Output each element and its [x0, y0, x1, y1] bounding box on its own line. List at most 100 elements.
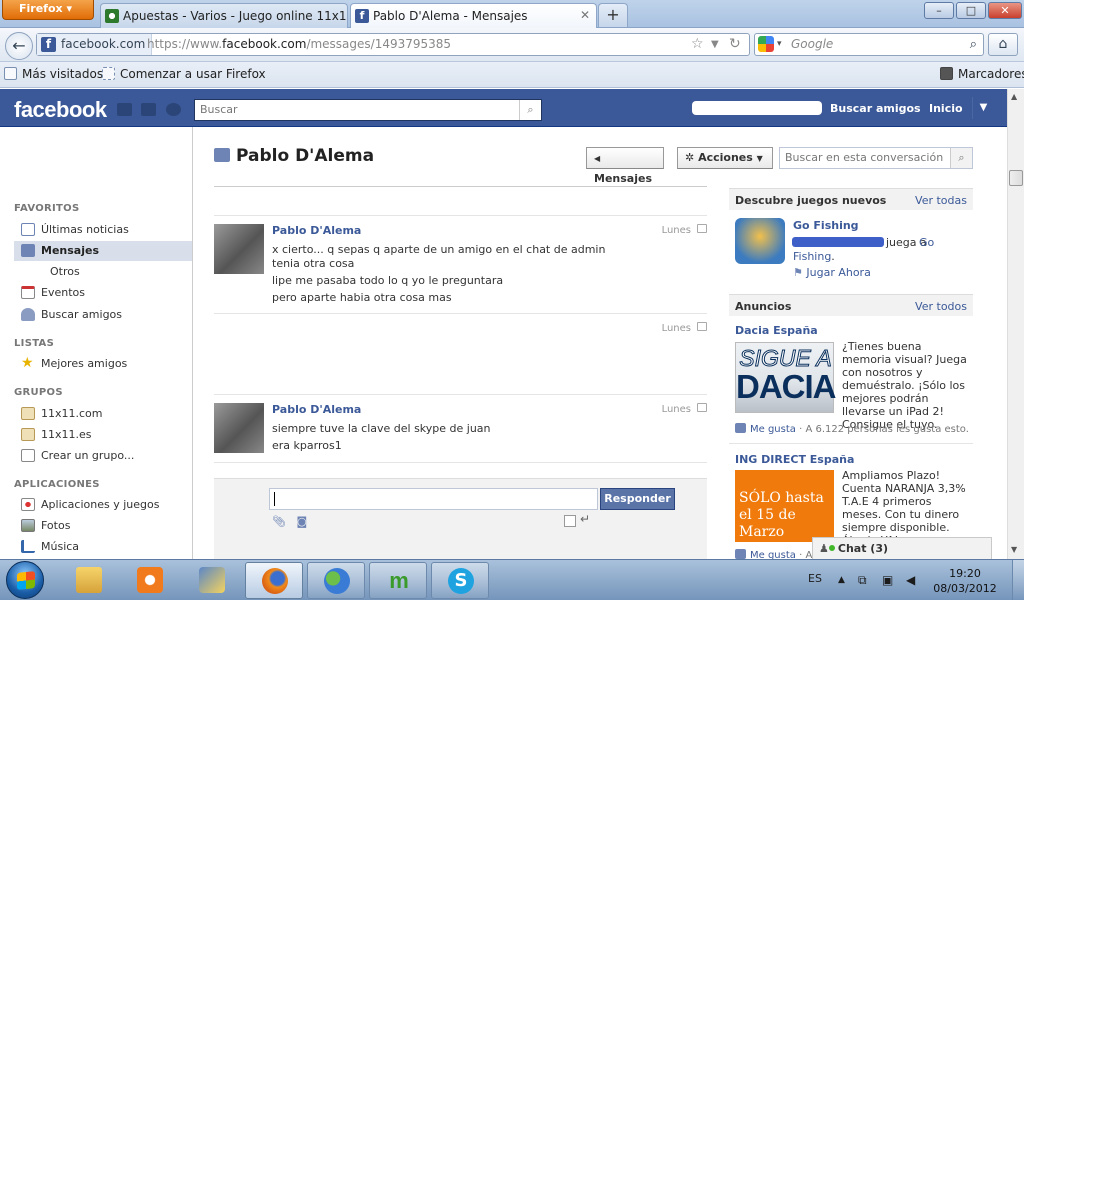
reply-bubble-icon[interactable] — [697, 322, 707, 331]
search-icon[interactable]: ⌕ — [950, 148, 972, 168]
actions-button[interactable]: ✲ Acciones ▼ — [677, 147, 773, 169]
bookmark-star-icon[interactable]: ☆ — [691, 34, 704, 55]
play-now-link[interactable]: ⚑ Jugar Ahora — [793, 266, 871, 279]
back-button[interactable]: ← — [5, 32, 33, 60]
sidebar-item-create-group[interactable]: Crear un grupo... — [14, 446, 192, 466]
ads-see-all-link[interactable]: Ver todos — [915, 300, 967, 313]
reply-bubble-icon[interactable] — [697, 403, 707, 412]
play-icon: ⚑ — [793, 266, 803, 279]
network-icon[interactable]: ▣ — [882, 574, 894, 587]
sidebar-item-label: Fotos — [41, 519, 71, 532]
usb-device-icon[interactable]: ⧉ — [858, 574, 870, 587]
message-author[interactable]: Pablo D'Alema — [272, 403, 361, 416]
language-indicator[interactable]: ES — [808, 572, 822, 585]
sidebar-item-find-friends[interactable]: Buscar amigos — [14, 305, 192, 325]
bookmark-most-visited[interactable]: Más visitados — [4, 67, 103, 81]
taskbar-media-player[interactable] — [121, 562, 179, 599]
reload-icon[interactable]: ↻ — [729, 34, 741, 55]
search-icon[interactable]: ⌕ — [970, 34, 977, 55]
close-window-button[interactable]: ✕ — [988, 2, 1022, 19]
game-name-link[interactable]: Go Fishing — [793, 219, 859, 232]
reply-textarea[interactable] — [269, 488, 598, 510]
chat-tab[interactable]: ♟︎ Chat (3) — [812, 537, 992, 559]
start-button[interactable] — [6, 561, 44, 599]
home-link[interactable]: Inicio — [929, 102, 963, 115]
site-identity-button[interactable]: f facebook.com — [37, 34, 153, 55]
back-to-messages-button[interactable]: ◀ Mensajes — [586, 147, 664, 185]
taskbar-messenger[interactable] — [307, 562, 365, 599]
search-icon[interactable]: ⌕ — [519, 100, 541, 120]
new-tab-button[interactable]: + — [598, 3, 628, 27]
facebook-logo[interactable]: facebook — [14, 97, 107, 123]
notifications-globe-icon[interactable] — [166, 103, 181, 116]
volume-icon[interactable]: ◀ — [906, 574, 918, 587]
sidebar-item-music[interactable]: Música — [14, 537, 192, 557]
bookmarks-menu[interactable]: Marcadores — [940, 67, 1024, 81]
go-fishing-game-icon[interactable] — [735, 218, 785, 264]
sidebar-item-group-11x11-es[interactable]: 11x11.es — [14, 425, 192, 445]
sidebar-item-events[interactable]: Eventos — [14, 283, 192, 303]
sidebar-item-best-friends[interactable]: ★ Mejores amigos — [14, 354, 192, 374]
scroll-up-icon[interactable]: ▲ — [1011, 92, 1017, 101]
taskbar-paint[interactable] — [183, 562, 241, 599]
message-time: Lunes — [661, 404, 691, 415]
close-tab-icon[interactable]: ✕ — [580, 8, 590, 22]
reply-bubble-icon[interactable] — [697, 224, 707, 233]
profile-name-redacted[interactable] — [692, 101, 822, 115]
camera-icon[interactable]: ◙ — [296, 515, 307, 528]
scroll-down-icon[interactable]: ▼ — [1011, 545, 1017, 554]
search-bar[interactable]: ▾ Google ⌕ — [754, 33, 984, 56]
avatar[interactable] — [214, 403, 264, 453]
clock[interactable]: 19:20 08/03/2012 — [930, 566, 1000, 596]
site-identity-label: facebook.com — [61, 37, 146, 51]
sidebar-item-label: Mejores amigos — [41, 357, 128, 370]
ad-title-ing[interactable]: ING DIRECT España — [735, 453, 854, 466]
message-line: pero aparte habia otra cosa mas — [272, 291, 452, 304]
press-enter-checkbox[interactable] — [564, 515, 576, 527]
ad-title-dacia[interactable]: Dacia España — [735, 324, 818, 337]
minimize-button[interactable]: – — [924, 2, 954, 19]
conversation-search-input[interactable]: Buscar en esta conversación ⌕ — [779, 147, 973, 169]
url-dropdown-icon[interactable]: ▼ — [711, 34, 719, 55]
reply-button[interactable]: Responder — [600, 488, 675, 510]
find-friends-link[interactable]: Buscar amigos — [830, 102, 921, 115]
sidebar-item-news-feed[interactable]: Últimas noticias — [14, 220, 192, 240]
bookmark-getting-started[interactable]: Comenzar a usar Firefox — [102, 67, 266, 81]
taskbar-explorer[interactable] — [60, 562, 118, 599]
messages-jewel-icon[interactable] — [141, 103, 156, 116]
sidebar-item-group-11x11-com[interactable]: 11x11.com — [14, 404, 192, 424]
facebook-favicon-icon: f — [355, 9, 369, 23]
firefox-menu-button[interactable]: Firefox ▾ — [2, 0, 94, 20]
game-link[interactable]: Go — [919, 236, 934, 249]
sidebar-item-messages[interactable]: Mensajes — [14, 241, 192, 261]
games-see-all-link[interactable]: Ver todas — [915, 194, 967, 207]
tab-apuestas[interactable]: Apuestas - Varios - Juego online 11x11 — [100, 3, 348, 28]
show-hidden-icons-icon[interactable]: ▲ — [838, 574, 850, 587]
search-engine-dropdown-icon[interactable]: ▾ — [777, 34, 782, 55]
friend-requests-icon[interactable] — [117, 103, 132, 116]
maximize-button[interactable]: □ — [956, 2, 986, 19]
ad-image-ing[interactable]: SÓLO hasta el 15 de Marzo — [735, 470, 834, 542]
home-button[interactable]: ⌂ — [988, 33, 1018, 56]
message-author[interactable]: Pablo D'Alema — [272, 224, 361, 237]
facebook-search-input[interactable]: Buscar ⌕ — [194, 99, 542, 121]
like-link[interactable]: Me gusta — [750, 424, 796, 435]
paperclip-icon[interactable]: 📎︎ — [272, 515, 286, 528]
taskbar-skype[interactable]: S — [431, 562, 489, 599]
ad-image-text: DACIA — [736, 368, 837, 405]
tab-facebook-messages[interactable]: f Pablo D'Alema - Mensajes ✕ — [350, 3, 597, 29]
avatar[interactable] — [214, 224, 264, 274]
ad-image-text: SÓLO hasta — [739, 490, 824, 506]
show-desktop-button[interactable] — [1012, 560, 1024, 600]
page-scrollbar[interactable]: ▲ ▼ — [1007, 89, 1024, 559]
taskbar-movistar[interactable]: m — [369, 562, 427, 599]
taskbar-firefox[interactable] — [245, 562, 303, 599]
sidebar-item-apps-games[interactable]: Aplicaciones y juegos — [14, 495, 192, 515]
scrollbar-thumb[interactable] — [1009, 170, 1023, 186]
address-bar[interactable]: f facebook.com https://www.facebook.com/m… — [36, 33, 750, 56]
game-link[interactable]: Fishing. — [793, 250, 835, 263]
sidebar-item-photos[interactable]: Fotos — [14, 516, 192, 536]
account-menu-chevron-icon[interactable]: ▼ — [972, 97, 994, 119]
ad-image-dacia[interactable]: SIGUE A DACIA — [735, 342, 837, 413]
sidebar-item-others[interactable]: Otros — [14, 262, 192, 282]
